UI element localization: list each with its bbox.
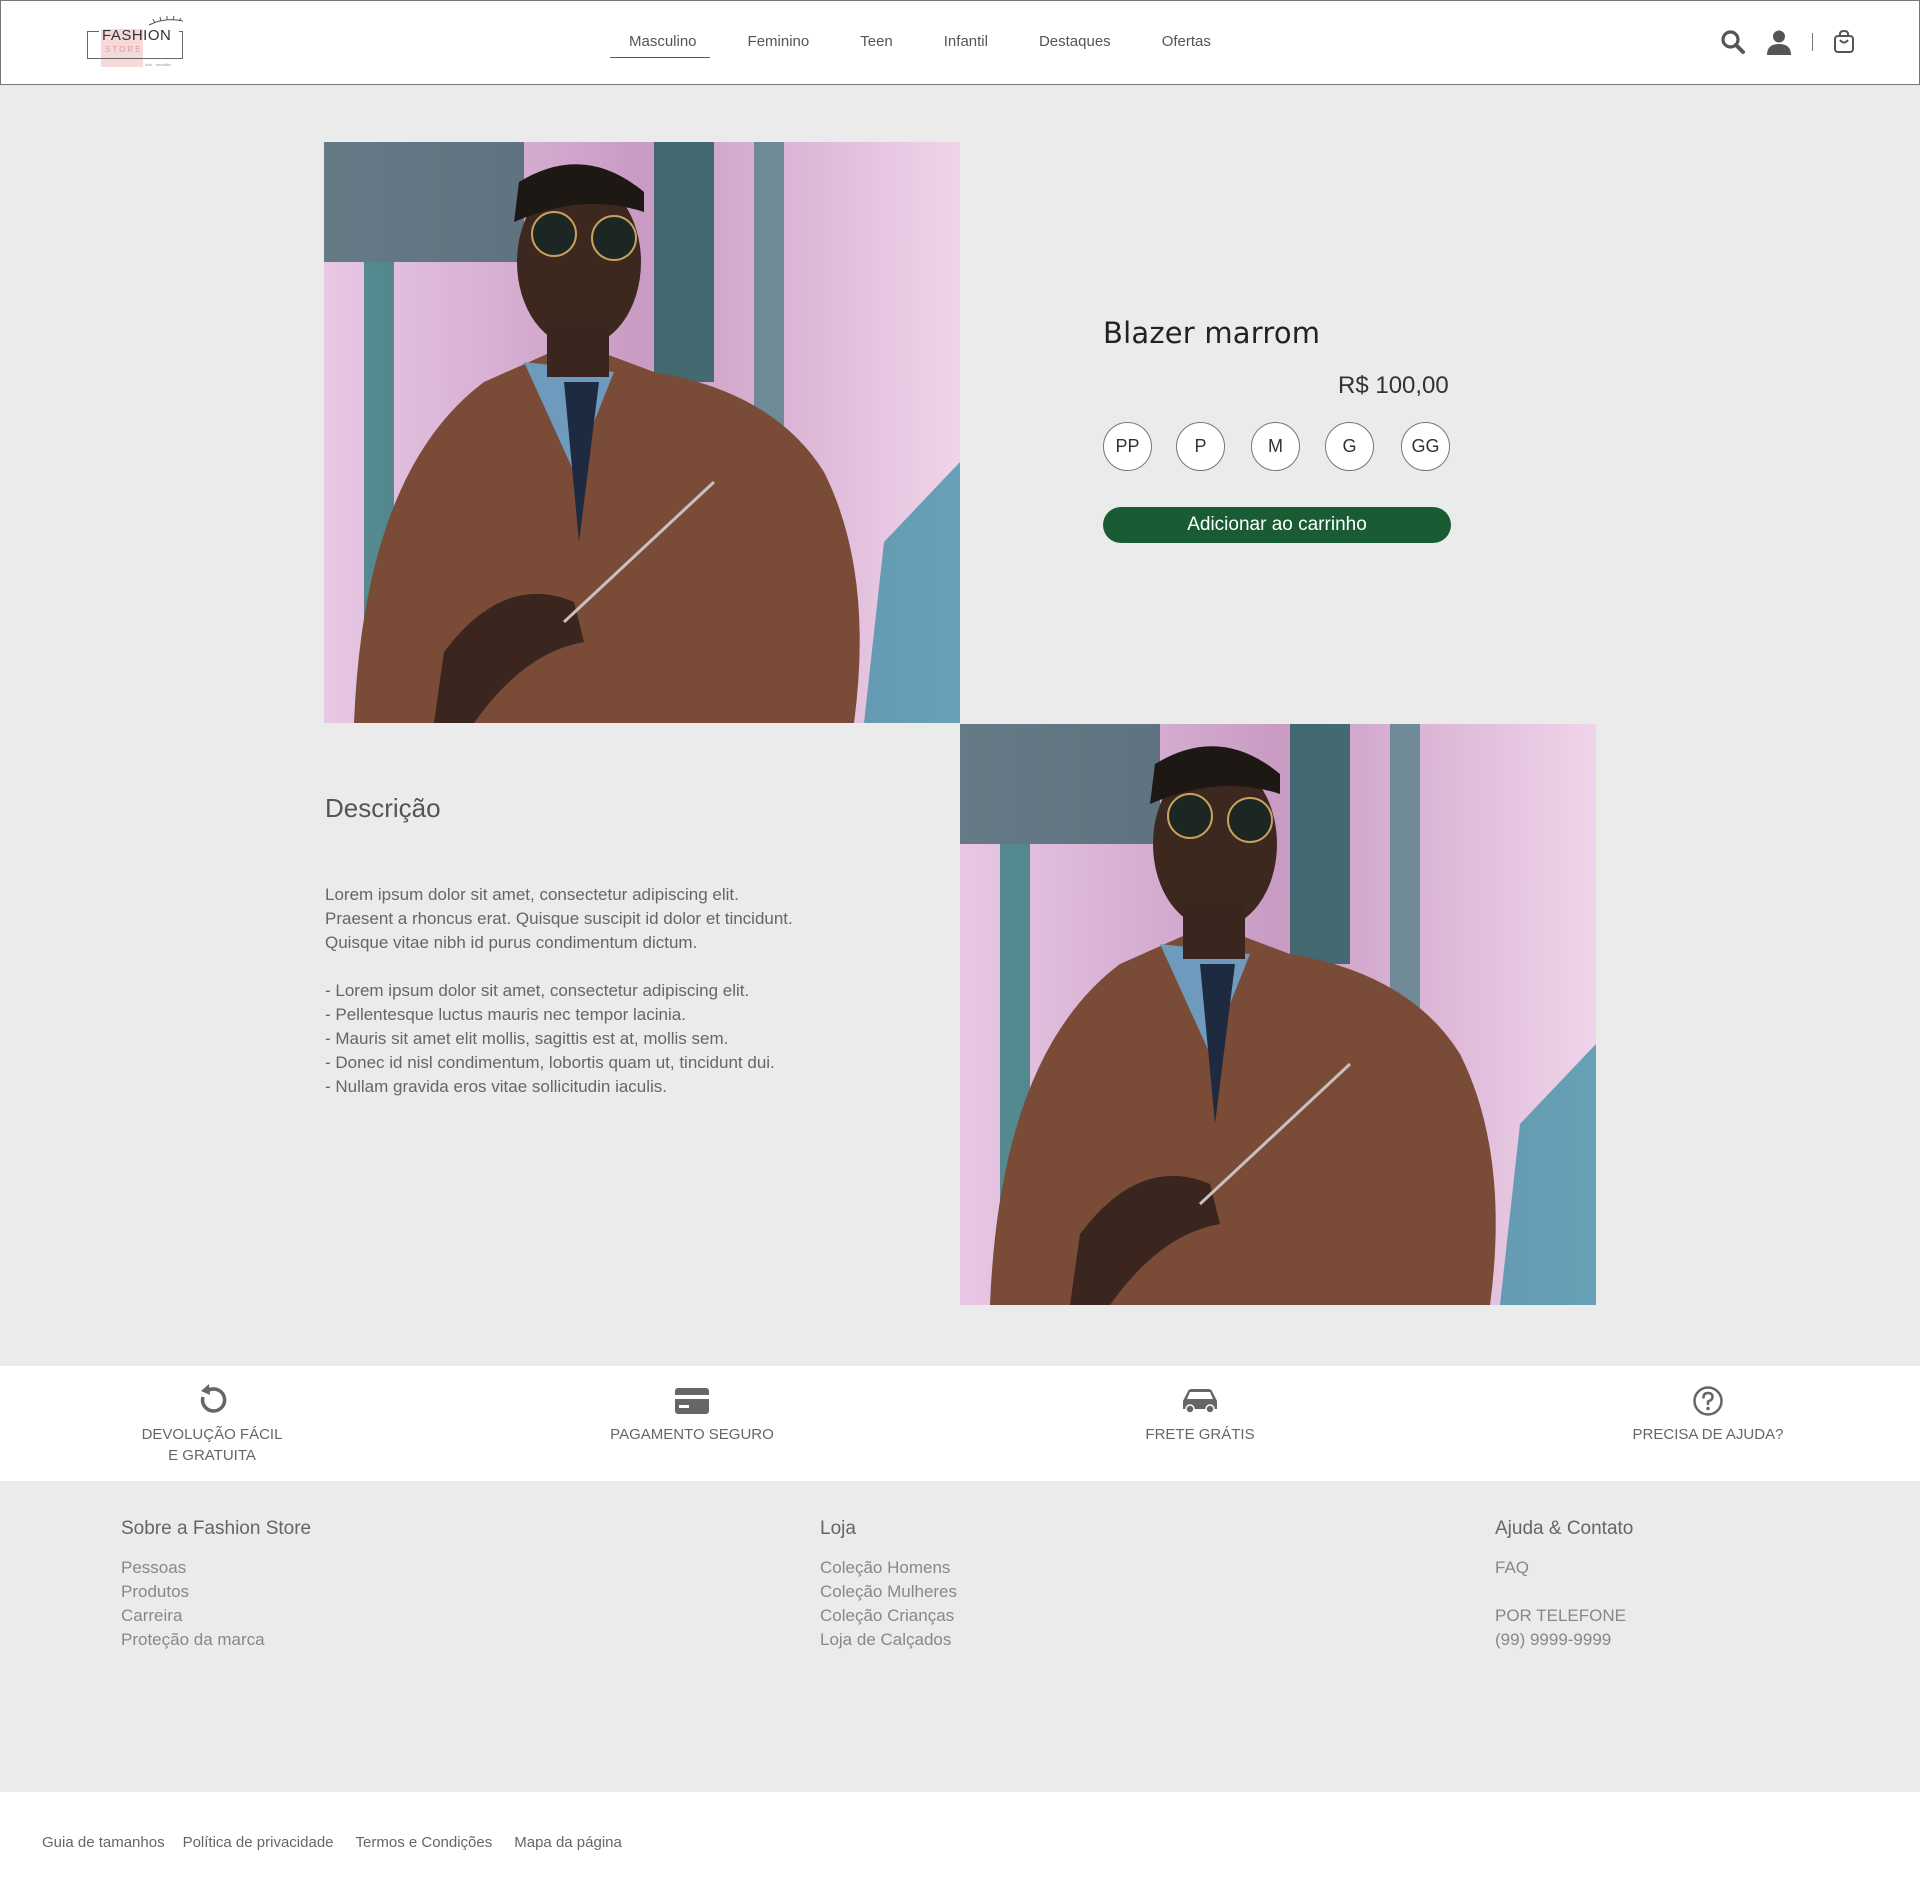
header-actions — [1720, 29, 1855, 55]
features-bar: DEVOLUÇÃO FÁCIL E GRATUITA PAGAMENTO SEG… — [0, 1366, 1920, 1481]
product-price: R$ 100,00 — [1338, 372, 1449, 399]
footer-link-colecao-mulheres[interactable]: Coleção Mulheres — [820, 1580, 957, 1604]
footer-about-title: Sobre a Fashion Store — [121, 1518, 312, 1539]
size-option-pp[interactable]: PP — [1103, 422, 1152, 471]
nav-item-destaques[interactable]: Destaques — [1039, 33, 1111, 56]
size-option-m[interactable]: M — [1251, 422, 1300, 471]
feature-label: E GRATUITA — [168, 1447, 256, 1464]
logo-tagline: look · beautiful — [145, 62, 172, 67]
credit-card-icon — [675, 1388, 709, 1414]
footer-help: Ajuda & Contato FAQ POR TELEFONE (99) 99… — [1495, 1518, 1633, 1652]
footer-phone-label: POR TELEFONE — [1495, 1606, 1626, 1625]
size-option-gg[interactable]: GG — [1401, 422, 1450, 471]
return-arrow-icon — [200, 1384, 227, 1413]
nav-item-ofertas[interactable]: Ofertas — [1162, 33, 1211, 56]
feature-label: PRECISA DE AJUDA? — [1632, 1426, 1784, 1443]
footer-store: Loja Coleção Homens Coleção Mulheres Col… — [820, 1518, 957, 1652]
bottom-link-terms[interactable]: Termos e Condições — [356, 1834, 493, 1851]
shopping-bag-icon[interactable] — [1833, 30, 1855, 54]
logo-text-fashion: FASHION — [102, 27, 172, 44]
logo-frame-edge — [179, 31, 183, 32]
product-photo-secondary[interactable] — [960, 724, 1596, 1305]
fashion-store-logo[interactable]: FASHION STORE look · beautiful — [87, 15, 187, 71]
help-circle-icon — [1693, 1386, 1723, 1416]
nav-item-infantil[interactable]: Infantil — [944, 33, 988, 56]
site-header: FASHION STORE look · beautiful Masculino… — [0, 0, 1920, 85]
car-icon — [1183, 1389, 1217, 1414]
size-option-p[interactable]: P — [1176, 422, 1225, 471]
logo-frame-edge — [87, 31, 99, 32]
main-nav: Masculino Feminino Teen Infantil Destaqu… — [610, 33, 1262, 58]
bottom-link-size-guide[interactable]: Guia de tamanhos — [42, 1834, 165, 1851]
footer-store-title: Loja — [820, 1518, 856, 1539]
search-icon[interactable] — [1720, 29, 1746, 55]
logo-text-store: STORE — [105, 45, 143, 54]
bottom-link-privacy[interactable]: Política de privacidade — [183, 1834, 334, 1851]
feature-label: FRETE GRÁTIS — [1145, 1426, 1255, 1443]
footer-help-title: Ajuda & Contato — [1495, 1518, 1634, 1539]
bottom-link-sitemap[interactable]: Mapa da página — [514, 1834, 622, 1851]
footer-link-faq[interactable]: FAQ — [1495, 1556, 1633, 1580]
man-in-leather-jacket-image — [960, 724, 1596, 1305]
footer-link-protecao-marca[interactable]: Proteção da marca — [121, 1628, 311, 1652]
nav-item-masculino[interactable]: Masculino — [610, 33, 709, 58]
feature-help[interactable]: PRECISA DE AJUDA? — [1608, 1382, 1808, 1445]
footer-phone-number[interactable]: (99) 9999-9999 — [1495, 1628, 1633, 1652]
feature-label: PAGAMENTO SEGURO — [610, 1426, 774, 1443]
nav-item-teen[interactable]: Teen — [860, 33, 893, 56]
footer-spacer — [1495, 1580, 1633, 1604]
product-title: Blazer marrom — [1103, 316, 1321, 350]
feature-easy-return[interactable]: DEVOLUÇÃO FÁCIL E GRATUITA — [112, 1382, 312, 1466]
user-icon[interactable] — [1766, 29, 1792, 55]
footer-link-colecao-criancas[interactable]: Coleção Crianças — [820, 1604, 957, 1628]
header-divider — [1812, 33, 1813, 51]
footer-link-produtos[interactable]: Produtos — [121, 1580, 311, 1604]
bottom-links: Guia de tamanhos Política de privacidade… — [42, 1834, 640, 1851]
size-option-g[interactable]: G — [1325, 422, 1374, 471]
feature-label: DEVOLUÇÃO FÁCIL — [141, 1426, 283, 1443]
man-in-leather-jacket-image — [324, 142, 960, 723]
feature-secure-payment[interactable]: PAGAMENTO SEGURO — [592, 1382, 792, 1445]
footer-link-pessoas[interactable]: Pessoas — [121, 1556, 311, 1580]
feature-free-shipping[interactable]: FRETE GRÁTIS — [1100, 1382, 1300, 1445]
footer-about: Sobre a Fashion Store Pessoas Produtos C… — [121, 1518, 311, 1652]
product-photo-main[interactable] — [324, 142, 960, 723]
nav-item-feminino[interactable]: Feminino — [748, 33, 810, 56]
description-body: Lorem ipsum dolor sit amet, consectetur … — [325, 885, 793, 1096]
bottom-bar: Guia de tamanhos Política de privacidade… — [0, 1792, 1920, 1888]
footer-link-loja-calcados[interactable]: Loja de Calçados — [820, 1628, 957, 1652]
description-title: Descrição — [325, 793, 441, 823]
add-to-cart-button[interactable]: Adicionar ao carrinho — [1103, 507, 1451, 543]
footer-link-carreira[interactable]: Carreira — [121, 1604, 311, 1628]
footer-link-colecao-homens[interactable]: Coleção Homens — [820, 1556, 957, 1580]
